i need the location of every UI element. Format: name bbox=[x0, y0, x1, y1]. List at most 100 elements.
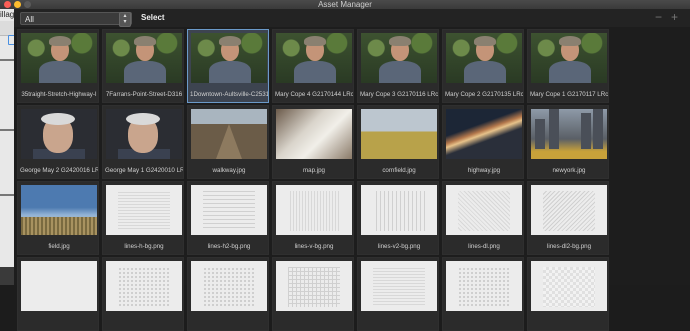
asset-tile[interactable]: lines-dl2-bg.png bbox=[527, 181, 609, 255]
person-shirt bbox=[209, 61, 251, 83]
person-hair bbox=[41, 113, 75, 125]
building-shape bbox=[535, 119, 545, 149]
remove-asset-icon[interactable]: − bbox=[655, 10, 662, 24]
minimize-window-icon[interactable] bbox=[14, 1, 21, 8]
asset-tile[interactable]: lines-v-bg.png bbox=[272, 181, 354, 255]
pattern-swatch bbox=[288, 267, 340, 307]
asset-thumbnail bbox=[276, 109, 352, 159]
asset-thumbnail bbox=[21, 261, 97, 311]
asset-tile[interactable]: cornfield.jpg bbox=[357, 105, 439, 179]
zoom-window-icon[interactable] bbox=[24, 1, 31, 8]
asset-tile[interactable]: Mary Cope 2 G2170135 LRc1 bbox=[442, 29, 524, 103]
asset-caption: Mary Cope 4 G2170144 LRc1 bbox=[275, 91, 353, 98]
pattern-swatch bbox=[203, 267, 255, 307]
asset-tile[interactable]: 7Farrans-Point-Street-D316 bbox=[102, 29, 184, 103]
asset-thumbnail bbox=[531, 109, 607, 159]
person-shirt bbox=[464, 61, 506, 83]
asset-thumbnail bbox=[446, 261, 522, 311]
person-hair bbox=[219, 36, 241, 46]
asset-tile[interactable] bbox=[102, 257, 184, 331]
asset-caption: lines-dl.png bbox=[468, 243, 500, 250]
asset-tile[interactable] bbox=[187, 257, 269, 331]
select-button[interactable]: Select bbox=[141, 13, 165, 22]
asset-thumbnail bbox=[106, 33, 182, 83]
background-app-text: illag bbox=[0, 10, 15, 19]
asset-caption: cornfield.jpg bbox=[382, 167, 416, 174]
asset-thumbnail bbox=[446, 185, 522, 235]
person-hair bbox=[389, 36, 411, 46]
grass-foreground bbox=[21, 217, 97, 235]
asset-tile[interactable]: George May 2 G2420016 LRc bbox=[17, 105, 99, 179]
pattern-swatch bbox=[543, 267, 595, 307]
pattern-swatch bbox=[118, 191, 170, 231]
asset-tile[interactable]: Mary Cope 3 G2170116 LRc1 bbox=[357, 29, 439, 103]
asset-caption: lines-dl2-bg.png bbox=[546, 243, 592, 250]
boardwalk-path bbox=[216, 124, 242, 159]
background-thumbnail bbox=[0, 267, 14, 285]
asset-tile[interactable]: highway.jpg bbox=[442, 105, 524, 179]
window-title: Asset Manager bbox=[318, 0, 372, 9]
window-titlebar: Asset Manager bbox=[0, 0, 690, 9]
asset-thumbnail bbox=[361, 33, 437, 83]
asset-tile[interactable]: 1Downtown-Aultsville-C2531 bbox=[187, 29, 269, 103]
person-hair bbox=[474, 36, 496, 46]
asset-tile[interactable]: Mary Cope 1 G2170117 LRc1 bbox=[527, 29, 609, 103]
asset-thumbnail bbox=[191, 261, 267, 311]
select-arrows-icon[interactable]: ▴ ▾ bbox=[119, 12, 131, 27]
asset-thumbnail bbox=[106, 185, 182, 235]
building-shape bbox=[593, 109, 603, 149]
close-window-icon[interactable] bbox=[4, 1, 11, 8]
person-hair bbox=[134, 36, 156, 46]
pattern-swatch bbox=[458, 267, 510, 307]
asset-caption: lines-h2-bg.png bbox=[207, 243, 251, 250]
asset-tile[interactable]: walkway.jpg bbox=[187, 105, 269, 179]
asset-thumbnail bbox=[361, 109, 437, 159]
asset-tile[interactable]: field.jpg bbox=[17, 181, 99, 255]
asset-thumbnail bbox=[531, 185, 607, 235]
asset-thumbnail bbox=[191, 185, 267, 235]
background-divider bbox=[0, 129, 14, 131]
asset-tile[interactable]: 35traight-Stretch-Highway-I bbox=[17, 29, 99, 103]
asset-caption: Mary Cope 3 G2170116 LRc1 bbox=[360, 91, 438, 98]
asset-thumbnail bbox=[276, 261, 352, 311]
asset-tile[interactable]: newyork.jpg bbox=[527, 105, 609, 179]
pattern-swatch bbox=[203, 191, 255, 231]
asset-tile[interactable] bbox=[17, 257, 99, 331]
asset-tile[interactable]: lines-v2-bg.png bbox=[357, 181, 439, 255]
asset-caption: Mary Cope 1 G2170117 LRc1 bbox=[530, 91, 608, 98]
asset-manager-panel: All ▴ ▾ Select − + 35traight-Stretch-High… bbox=[14, 9, 690, 331]
asset-tile[interactable] bbox=[357, 257, 439, 331]
asset-tile[interactable] bbox=[442, 257, 524, 331]
person-hair bbox=[559, 36, 581, 46]
background-app-window: illag bbox=[0, 9, 16, 285]
asset-thumbnail bbox=[21, 33, 97, 83]
asset-tile[interactable]: map.jpg bbox=[272, 105, 354, 179]
asset-thumbnail bbox=[531, 261, 607, 311]
asset-thumbnail bbox=[106, 261, 182, 311]
pattern-swatch bbox=[458, 191, 510, 231]
asset-tile[interactable] bbox=[272, 257, 354, 331]
asset-tile[interactable]: lines-h2-bg.png bbox=[187, 181, 269, 255]
asset-thumbnail bbox=[21, 109, 97, 159]
asset-thumbnail bbox=[361, 261, 437, 311]
person-shirt bbox=[124, 61, 166, 83]
asset-tile[interactable]: Mary Cope 4 G2170144 LRc1 bbox=[272, 29, 354, 103]
filter-select[interactable]: All ▴ ▾ bbox=[20, 12, 132, 27]
add-asset-icon[interactable]: + bbox=[671, 10, 678, 24]
asset-caption: lines-v-bg.png bbox=[294, 243, 334, 250]
asset-tile[interactable]: George May 1 G2420010 LRc bbox=[102, 105, 184, 179]
asset-thumbnail bbox=[191, 33, 267, 83]
asset-tile[interactable]: lines-dl.png bbox=[442, 181, 524, 255]
asset-caption: highway.jpg bbox=[467, 167, 501, 174]
asset-caption: 7Farrans-Point-Street-D316 bbox=[105, 91, 183, 98]
asset-thumbnail bbox=[106, 109, 182, 159]
person-shirt bbox=[379, 61, 421, 83]
asset-caption: George May 1 G2420010 LRc bbox=[105, 167, 183, 174]
asset-tile[interactable] bbox=[527, 257, 609, 331]
asset-tile[interactable]: lines-h-bg.png bbox=[102, 181, 184, 255]
person-hair bbox=[49, 36, 71, 46]
asset-caption: field.jpg bbox=[48, 243, 70, 250]
asset-thumbnail bbox=[361, 185, 437, 235]
asset-thumbnail bbox=[446, 33, 522, 83]
building-shape bbox=[581, 113, 591, 149]
